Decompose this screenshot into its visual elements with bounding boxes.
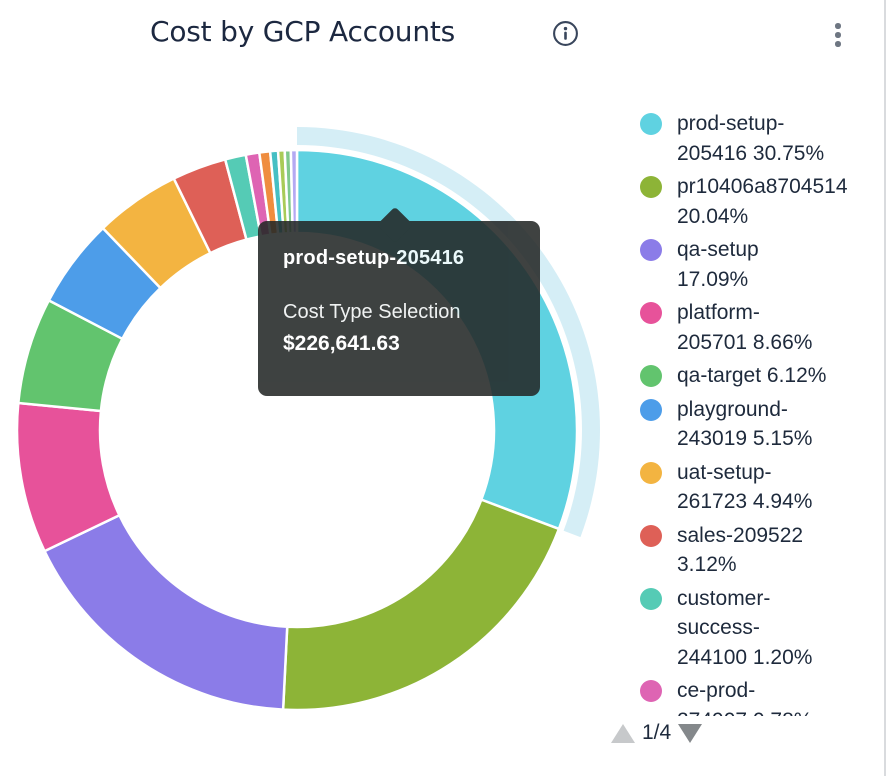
legend-dot xyxy=(640,302,662,324)
legend-pagination: 1/4 xyxy=(611,721,702,745)
legend-dot xyxy=(640,113,662,135)
cost-by-gcp-accounts-widget: Cost by GCP Accounts prod-setup-205416 C… xyxy=(0,0,890,776)
chart-tooltip: prod-setup-205416 Cost Type Selection $2… xyxy=(258,221,540,396)
donut-slice-pr10406a8704514[interactable] xyxy=(283,500,559,710)
legend-item-qa-setup[interactable]: qa-setup17.09% xyxy=(640,235,886,294)
legend-item-playground-243019[interactable]: playground-243019 5.15% xyxy=(640,395,886,454)
legend-item-customer-success-244100[interactable]: customer-success-244100 1.20% xyxy=(640,584,886,673)
legend-item-uat-setup-261723[interactable]: uat-setup-261723 4.94% xyxy=(640,458,886,517)
legend-label: sales-2095223.12% xyxy=(677,521,803,580)
legend-dot xyxy=(640,588,662,610)
legend-item-platform-205701[interactable]: platform-205701 8.66% xyxy=(640,298,886,357)
legend-dot xyxy=(640,365,662,387)
legend-label: qa-setup17.09% xyxy=(677,235,759,294)
legend-dot xyxy=(640,176,662,198)
tooltip-title: prod-setup-205416 xyxy=(283,247,516,270)
legend-dot xyxy=(640,399,662,421)
legend-item-qa-target[interactable]: qa-target 6.12% xyxy=(640,361,886,391)
legend-dot xyxy=(640,239,662,261)
tooltip-label: Cost Type Selection xyxy=(283,301,516,324)
donut-slice-qa-setup[interactable] xyxy=(45,515,288,709)
legend-page-indicator: 1/4 xyxy=(642,721,671,745)
legend-item-pr10406a8704514[interactable]: pr10406a870451420.04% xyxy=(640,172,886,231)
legend-label: prod-setup-205416 30.75% xyxy=(677,109,824,168)
legend-label: platform-205701 8.66% xyxy=(677,298,812,357)
legend-page-down-button[interactable] xyxy=(678,724,702,743)
legend-label: customer-success-244100 1.20% xyxy=(677,584,812,673)
legend-label: pr10406a870451420.04% xyxy=(677,172,848,231)
legend-page-up-button[interactable] xyxy=(611,724,635,743)
legend-item-sales-209522[interactable]: sales-2095223.12% xyxy=(640,521,886,580)
legend-dot xyxy=(640,680,662,702)
legend-item-prod-setup-205416[interactable]: prod-setup-205416 30.75% xyxy=(640,109,886,168)
legend-label: playground-243019 5.15% xyxy=(677,395,812,454)
legend-dot xyxy=(640,462,662,484)
legend-dot xyxy=(640,525,662,547)
card-right-border xyxy=(884,0,886,776)
legend-label: uat-setup-261723 4.94% xyxy=(677,458,812,517)
legend-label: qa-target 6.12% xyxy=(677,361,826,391)
legend-item-ce-prod-274907[interactable]: ce-prod-274907 0.78% xyxy=(640,676,886,716)
legend-label: ce-prod-274907 0.78% xyxy=(677,676,812,716)
chart-legend: prod-setup-205416 30.75%pr10406a87045142… xyxy=(640,109,886,716)
tooltip-value: $226,641.63 xyxy=(283,332,516,356)
